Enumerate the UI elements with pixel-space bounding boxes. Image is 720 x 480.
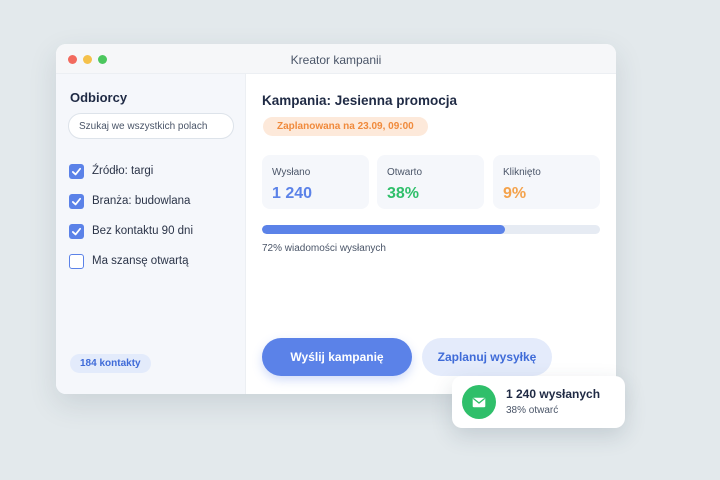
campaign-panel: Kampania: Jesienna promocja Zaplanowana … <box>247 74 616 394</box>
checkbox-unchecked[interactable] <box>69 253 84 269</box>
window-title: Kreator kampanii <box>290 53 382 67</box>
filter-label: Branża: budowlana <box>92 195 191 207</box>
filter-item-source[interactable]: Źródło: targi <box>69 156 193 186</box>
stat-label: Wysłano <box>272 167 311 178</box>
toast-subtitle: 38% otwarć <box>506 405 559 416</box>
stat-card-sent: Wysłano 1 240 <box>262 155 369 209</box>
checkbox-checked[interactable] <box>69 223 84 239</box>
stat-value: 38% <box>387 185 420 202</box>
stat-value: 1 240 <box>272 185 313 202</box>
search-input[interactable] <box>68 113 234 139</box>
stat-card-clicked: Kliknięto 9% <box>493 155 600 209</box>
filter-list: Źródło: targi Branża: budowlana Bez kont… <box>69 156 193 276</box>
checkmark-icon <box>71 167 82 175</box>
checkmark-icon <box>71 227 82 235</box>
checkbox-checked[interactable] <box>69 163 84 179</box>
sent-notification-toast: 1 240 wysłanych 38% otwarć <box>452 376 625 428</box>
checkmark-icon <box>71 197 82 205</box>
filter-label: Ma szansę otwartą <box>92 255 189 267</box>
scheduled-status-badge: Zaplanowana na 23.09, 09:00 <box>263 117 428 136</box>
stat-label: Kliknięto <box>503 167 541 178</box>
stat-value: 9% <box>503 185 527 202</box>
schedule-send-button[interactable]: Zaplanuj wysyłkę <box>422 338 552 376</box>
send-campaign-button[interactable]: Wyślij kampanię <box>262 338 412 376</box>
campaign-title: Kampania: Jesienna promocja <box>262 93 458 108</box>
campaign-creator-window: Kreator kampanii Odbiorcy Źródło: targi … <box>56 44 616 394</box>
filter-label: Źródło: targi <box>92 165 154 177</box>
progress-fill <box>262 225 506 234</box>
recipients-sidebar: Odbiorcy Źródło: targi Branża: budowlana… <box>56 74 246 394</box>
toast-title: 1 240 wysłanych <box>506 387 601 401</box>
checkbox-checked[interactable] <box>69 193 84 209</box>
filter-label: Bez kontaktu 90 dni <box>92 225 194 237</box>
contact-count-badge: 184 kontakty <box>70 354 151 373</box>
send-progress-bar <box>262 225 600 234</box>
stat-card-opened: Otwarto 38% <box>377 155 484 209</box>
filter-item-no-contact[interactable]: Bez kontaktu 90 dni <box>69 216 193 246</box>
filter-item-open-opportunity[interactable]: Ma szansę otwartą <box>69 246 193 276</box>
filter-item-industry[interactable]: Branża: budowlana <box>69 186 193 216</box>
title-bar: Kreator kampanii <box>56 44 616 74</box>
mail-icon <box>462 385 496 419</box>
stat-label: Otwarto <box>387 167 423 178</box>
progress-label: 72% wiadomości wysłanych <box>262 243 386 254</box>
sidebar-heading: Odbiorcy <box>70 90 128 105</box>
